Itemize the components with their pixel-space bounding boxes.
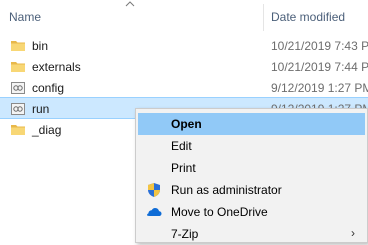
column-divider[interactable] <box>263 4 264 31</box>
name-column-header[interactable]: Name <box>9 10 41 24</box>
file-row-bin[interactable]: bin 10/21/2019 7:43 PM <box>0 35 368 57</box>
menu-item-move-to-onedrive[interactable]: Move to OneDrive <box>138 201 365 223</box>
script-file-icon <box>11 82 25 94</box>
file-date: 9/12/2019 1:27 PM <box>271 81 368 95</box>
file-name: bin <box>32 39 49 53</box>
menu-item-label: Run as administrator <box>171 183 282 197</box>
menu-item-label: 7-Zip <box>171 227 199 241</box>
file-date: 10/21/2019 7:44 PM <box>271 60 368 74</box>
file-row-config[interactable]: config 9/12/2019 1:27 PM <box>0 77 368 99</box>
menu-item-run-as-administrator[interactable]: Run as administrator <box>138 179 365 201</box>
menu-item-edit[interactable]: Edit <box>138 135 365 157</box>
menu-item-label: Move to OneDrive <box>171 205 268 219</box>
folder-icon <box>11 62 25 72</box>
file-name: run <box>32 102 50 116</box>
folder-icon <box>11 41 25 51</box>
file-date: 10/21/2019 7:43 PM <box>271 39 368 53</box>
file-name: _diag <box>32 123 62 137</box>
context-menu: Open Edit Print Run as administrator Mov… <box>135 108 368 243</box>
sort-ascending-icon <box>125 1 135 7</box>
date-modified-column-header[interactable]: Date modified <box>271 10 345 24</box>
menu-item-print[interactable]: Print <box>138 157 365 179</box>
onedrive-cloud-icon <box>147 208 162 216</box>
menu-item-label: Print <box>171 161 196 175</box>
file-row-externals[interactable]: externals 10/21/2019 7:44 PM <box>0 56 368 78</box>
script-file-icon <box>11 103 25 115</box>
folder-icon <box>11 125 25 135</box>
menu-item-open[interactable]: Open <box>138 113 365 135</box>
menu-item-label: Open <box>171 117 202 131</box>
column-header: Name Date modified <box>0 0 368 32</box>
submenu-chevron-icon: › <box>351 226 355 240</box>
menu-item-label: Edit <box>171 139 192 153</box>
menu-item-7zip[interactable]: 7-Zip › <box>138 223 365 245</box>
file-name: externals <box>32 60 81 74</box>
file-name: config <box>32 81 65 95</box>
uac-shield-icon <box>148 183 160 197</box>
